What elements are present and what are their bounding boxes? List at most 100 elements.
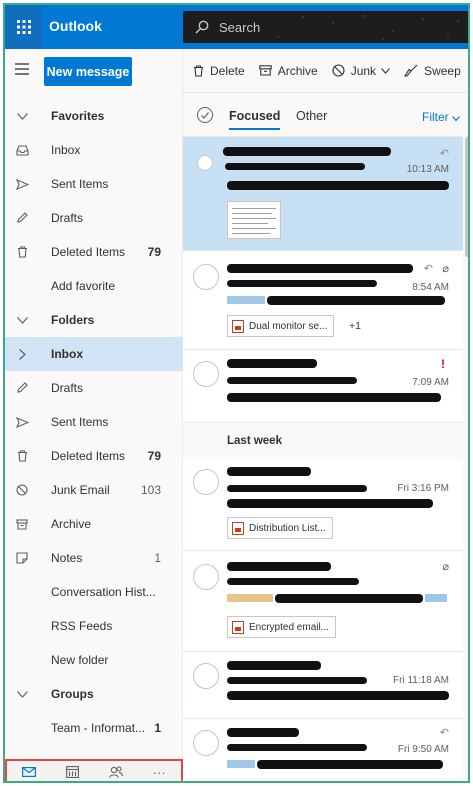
folder-rss-label: RSS Feeds: [51, 619, 113, 633]
calendar-button[interactable]: [51, 766, 95, 778]
attachment-thumbnail[interactable]: [227, 201, 281, 239]
message-item[interactable]: ↶ ⌀ 8:54 AM Dual monitor se... +1: [183, 252, 463, 350]
delete-label: Delete: [210, 63, 245, 78]
note-icon: [15, 551, 29, 565]
archive-button[interactable]: Archive: [258, 64, 318, 78]
more-attachments-count[interactable]: +1: [349, 320, 361, 332]
message-item[interactable]: Fri 3:16 PM Distribution List...: [183, 459, 463, 551]
favorite-drafts[interactable]: Drafts: [5, 201, 183, 235]
more-button[interactable]: ···: [138, 765, 182, 780]
new-message-button[interactable]: New message: [44, 57, 132, 86]
mail-icon: [21, 767, 36, 777]
redacted-sender: [227, 728, 299, 737]
category-tag: [227, 594, 273, 602]
search-icon: [195, 20, 209, 34]
pencil-icon: [15, 211, 29, 225]
chevron-down-icon: [15, 109, 29, 123]
folder-notes[interactable]: Notes 1: [5, 541, 183, 575]
search-placeholder: Search: [219, 19, 261, 35]
mail-button[interactable]: [7, 767, 51, 777]
favorite-drafts-label: Drafts: [51, 211, 84, 225]
top-bar: Outlook Search: [5, 5, 468, 49]
select-all-checkbox[interactable]: [197, 107, 213, 123]
groups-header[interactable]: Groups: [5, 677, 183, 711]
hamburger-menu-icon[interactable]: [15, 63, 29, 75]
message-item[interactable]: ⌀ Encrypted email...: [183, 552, 463, 652]
trash-icon: [15, 449, 29, 463]
outlook-window: Outlook Search New message Favorites Inb…: [3, 3, 470, 783]
avatar[interactable]: [193, 469, 219, 495]
attachment-chip[interactable]: Encrypted email...: [227, 616, 337, 638]
folder-pane: New message Favorites Inbox Sent Items D…: [5, 49, 183, 759]
filter-button[interactable]: Filter: [422, 110, 460, 124]
folder-junk-email[interactable]: Junk Email 103: [5, 473, 183, 507]
folder-conversation-history[interactable]: Conversation Hist...: [5, 575, 183, 609]
avatar[interactable]: [193, 264, 219, 290]
folder-drafts-label: Drafts: [51, 381, 84, 395]
redacted-sender: [227, 562, 331, 571]
delete-button[interactable]: Delete: [193, 64, 245, 78]
redacted-preview: [267, 296, 445, 305]
search-box[interactable]: Search: [183, 11, 468, 43]
message-item[interactable]: ↶ Fri 9:50 AM: [183, 720, 463, 781]
pdf-icon: [232, 521, 244, 535]
app-launcher-button[interactable]: [5, 5, 42, 49]
redacted-sender: [227, 467, 311, 476]
reply-icon: ↶: [439, 148, 449, 160]
folders-header[interactable]: Folders: [5, 303, 183, 337]
chevron-right-icon[interactable]: [15, 347, 29, 361]
paperclip-icon: ⌀: [442, 561, 449, 573]
redacted-subject: [227, 377, 357, 384]
folder-inbox[interactable]: Inbox: [5, 337, 183, 371]
favorite-deleted-items[interactable]: Deleted Items 79: [5, 235, 183, 269]
add-favorite[interactable]: Add favorite: [5, 269, 183, 303]
avatar[interactable]: [193, 361, 219, 387]
checkmark-icon: [201, 112, 209, 119]
scrollbar-thumb[interactable]: [465, 137, 468, 257]
tab-focused[interactable]: Focused: [229, 109, 281, 130]
folder-new-folder-label: New folder: [51, 653, 109, 667]
message-item[interactable]: Fri 11:18 AM: [183, 653, 463, 719]
pdf-icon: [232, 319, 244, 333]
folder-deleted-items[interactable]: Deleted Items 79: [5, 439, 183, 473]
folder-archive[interactable]: Archive: [5, 507, 183, 541]
select-circle[interactable]: [197, 155, 213, 171]
send-icon: [15, 177, 29, 191]
unread-count: 79: [147, 245, 161, 259]
folder-drafts[interactable]: Drafts: [5, 371, 183, 405]
junk-button[interactable]: Junk: [332, 64, 390, 78]
message-time: Fri 9:50 AM: [397, 744, 449, 755]
message-item[interactable]: ! 7:09 AM: [183, 351, 463, 423]
message-time: 8:54 AM: [412, 282, 449, 293]
folder-list: Favorites Inbox Sent Items Drafts Delete…: [5, 99, 183, 745]
favorite-sent-items[interactable]: Sent Items: [5, 167, 183, 201]
app-title[interactable]: Outlook: [49, 18, 102, 34]
group-team-information[interactable]: Team - Informat... 1: [5, 711, 183, 745]
inbox-icon: [15, 143, 29, 157]
favorites-header[interactable]: Favorites: [5, 99, 183, 133]
tab-other[interactable]: Other: [296, 109, 327, 123]
folder-inbox-label: Inbox: [51, 347, 83, 361]
item-count: 103: [140, 483, 161, 497]
favorite-inbox[interactable]: Inbox: [5, 133, 183, 167]
chevron-down-icon: [15, 313, 29, 327]
redacted-subject: [227, 280, 377, 287]
sweep-button[interactable]: Sweep: [404, 64, 461, 78]
folder-sent-items[interactable]: Sent Items: [5, 405, 183, 439]
favorite-sent-label: Sent Items: [51, 177, 109, 191]
folder-rss-feeds[interactable]: RSS Feeds: [5, 609, 183, 643]
attachment-chip[interactable]: Dual monitor se...: [227, 315, 335, 337]
redacted-subject: [227, 578, 359, 585]
avatar[interactable]: [193, 564, 219, 590]
message-item[interactable]: ↶ 10:13 AM: [183, 137, 463, 251]
redacted-subject: [227, 744, 367, 751]
send-icon: [15, 415, 29, 429]
category-tag: [227, 296, 265, 304]
add-favorite-label: Add favorite: [51, 279, 116, 293]
unread-count: 79: [147, 449, 161, 463]
folder-new-folder[interactable]: New folder: [5, 643, 183, 677]
people-button[interactable]: [94, 766, 138, 778]
avatar[interactable]: [193, 663, 219, 689]
attachment-chip[interactable]: Distribution List...: [227, 517, 333, 539]
avatar[interactable]: [193, 730, 219, 756]
